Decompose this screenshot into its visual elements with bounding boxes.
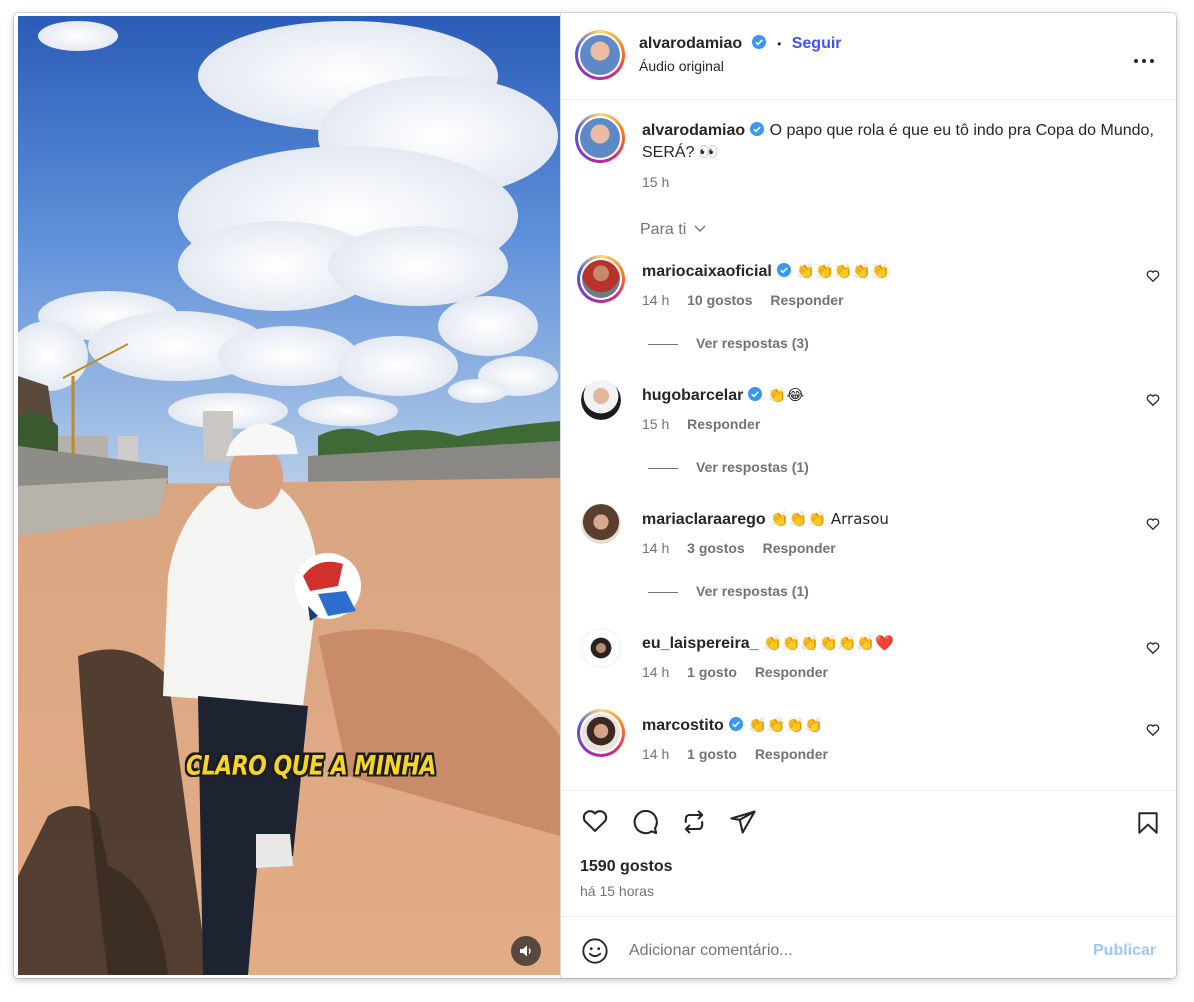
- add-comment-input[interactable]: Adicionar comentário...: [629, 942, 793, 960]
- verified-badge-icon: [751, 35, 766, 49]
- save-bookmark-icon[interactable]: [1135, 809, 1161, 837]
- comment-meta: 15 h Responder: [642, 416, 760, 432]
- author-avatar[interactable]: [575, 30, 625, 80]
- audio-label[interactable]: Áudio original: [639, 58, 724, 74]
- comment-likes[interactable]: 1 gosto: [687, 746, 737, 762]
- like-comment-heart-icon[interactable]: [1146, 269, 1160, 283]
- reply-button[interactable]: Responder: [755, 664, 828, 680]
- like-comment-heart-icon[interactable]: [1146, 393, 1160, 407]
- reel-video[interactable]: CLARO QUE A MINHA: [18, 16, 560, 975]
- emoji-smiley-icon[interactable]: [581, 937, 609, 965]
- comment-username[interactable]: marcostito: [642, 717, 724, 734]
- comment-likes[interactable]: 1 gosto: [687, 664, 737, 680]
- comment-username[interactable]: mariaclaraarego: [642, 511, 766, 528]
- view-replies-button[interactable]: Ver respostas (1): [648, 583, 809, 599]
- comment-row: marcostito 👏👏👏👏: [642, 714, 823, 737]
- comment-time: 14 h: [642, 746, 670, 762]
- comment-avatar[interactable]: [577, 255, 625, 303]
- comment-time: 14 h: [642, 664, 670, 680]
- repost-icon[interactable]: [680, 808, 708, 836]
- more-dots-icon: [1134, 59, 1154, 63]
- verified-badge-icon: [776, 263, 791, 277]
- comment-likes[interactable]: 3 gostos: [687, 540, 745, 556]
- comment-meta: 14 h 10 gostos Responder: [642, 292, 844, 308]
- volume-icon: [520, 945, 531, 957]
- caption-username[interactable]: alvarodamiao: [642, 122, 745, 139]
- reply-button[interactable]: Responder: [755, 746, 828, 762]
- post-dialog: CLARO QUE A MINHA alvarodamiao • Seguir …: [14, 13, 1176, 978]
- like-comment-heart-icon[interactable]: [1146, 723, 1160, 737]
- caption-author-avatar[interactable]: [575, 113, 625, 163]
- reply-button[interactable]: Responder: [763, 540, 836, 556]
- post-caption: alvarodamiao O papo que rola é que eu tô…: [642, 120, 1162, 164]
- comment-row: mariaclaraarego 👏👏👏 Arrasou: [642, 508, 889, 531]
- like-comment-heart-icon[interactable]: [1146, 517, 1160, 531]
- post-time-ago[interactable]: há 15 horas: [580, 883, 654, 899]
- comment-row: mariocaixaoficial 👏👏👏👏👏: [642, 260, 890, 283]
- reply-button[interactable]: Responder: [687, 416, 760, 432]
- video-caption: CLARO QUE A MINHA: [186, 751, 436, 782]
- view-replies-button[interactable]: Ver respostas (3): [648, 335, 809, 351]
- follow-button[interactable]: Seguir: [792, 35, 842, 52]
- comment-text: 👏😂: [767, 386, 805, 404]
- comment-avatar[interactable]: [581, 628, 621, 668]
- verified-badge-icon: [748, 387, 763, 401]
- comment-username[interactable]: hugobarcelar: [642, 387, 743, 404]
- post-header: alvarodamiao • Seguir Áudio original: [561, 13, 1176, 100]
- reply-button[interactable]: Responder: [770, 292, 843, 308]
- verified-badge-icon: [750, 122, 765, 136]
- mute-button[interactable]: [511, 936, 541, 966]
- comment-avatar[interactable]: [581, 504, 621, 544]
- actions-divider: [561, 790, 1176, 791]
- comment-avatar[interactable]: [577, 709, 625, 757]
- comment-avatar[interactable]: [581, 380, 621, 420]
- sort-label: Para ti: [640, 221, 687, 238]
- comment-sort-dropdown[interactable]: Para ti: [640, 221, 707, 239]
- verified-badge-icon: [728, 717, 743, 731]
- comment-row: eu_laispereira_ 👏👏👏👏👏👏❤️: [642, 632, 894, 655]
- comment-time: 15 h: [642, 416, 670, 432]
- comment-username[interactable]: eu_laispereira_: [642, 635, 759, 652]
- like-heart-icon[interactable]: [580, 807, 610, 835]
- more-options-button[interactable]: [1133, 51, 1155, 69]
- author-username[interactable]: alvarodamiao: [639, 35, 742, 52]
- comment-time: 14 h: [642, 540, 670, 556]
- video-frame-illustration: [18, 16, 560, 975]
- comment-username[interactable]: mariocaixaoficial: [642, 263, 772, 280]
- comment-meta: 14 h 1 gosto Responder: [642, 746, 828, 762]
- comment-text: 👏👏👏👏👏: [796, 262, 890, 280]
- comment-bubble-icon[interactable]: [631, 808, 659, 836]
- chevron-down-icon: [694, 225, 706, 232]
- comment-time: 14 h: [642, 292, 670, 308]
- likes-count[interactable]: 1590 gostos: [580, 858, 672, 876]
- comment-input-divider: [561, 916, 1176, 917]
- comment-meta: 14 h 3 gostos Responder: [642, 540, 836, 556]
- publish-button[interactable]: Publicar: [1093, 942, 1156, 960]
- comment-likes[interactable]: 10 gostos: [687, 292, 752, 308]
- comment-row: hugobarcelar 👏😂: [642, 384, 804, 407]
- post-panel: alvarodamiao • Seguir Áudio original alv…: [561, 13, 1176, 978]
- header-separator: •: [777, 37, 782, 51]
- comment-text: 👏👏👏👏👏👏❤️: [762, 634, 894, 652]
- comment-text: 👏👏👏 Arrasou: [770, 510, 889, 528]
- share-send-icon[interactable]: [729, 808, 757, 836]
- comment-meta: 14 h 1 gosto Responder: [642, 664, 828, 680]
- caption-time: 15 h: [642, 174, 670, 190]
- comment-text: 👏👏👏👏: [748, 716, 823, 734]
- view-replies-button[interactable]: Ver respostas (1): [648, 459, 809, 475]
- like-comment-heart-icon[interactable]: [1146, 641, 1160, 655]
